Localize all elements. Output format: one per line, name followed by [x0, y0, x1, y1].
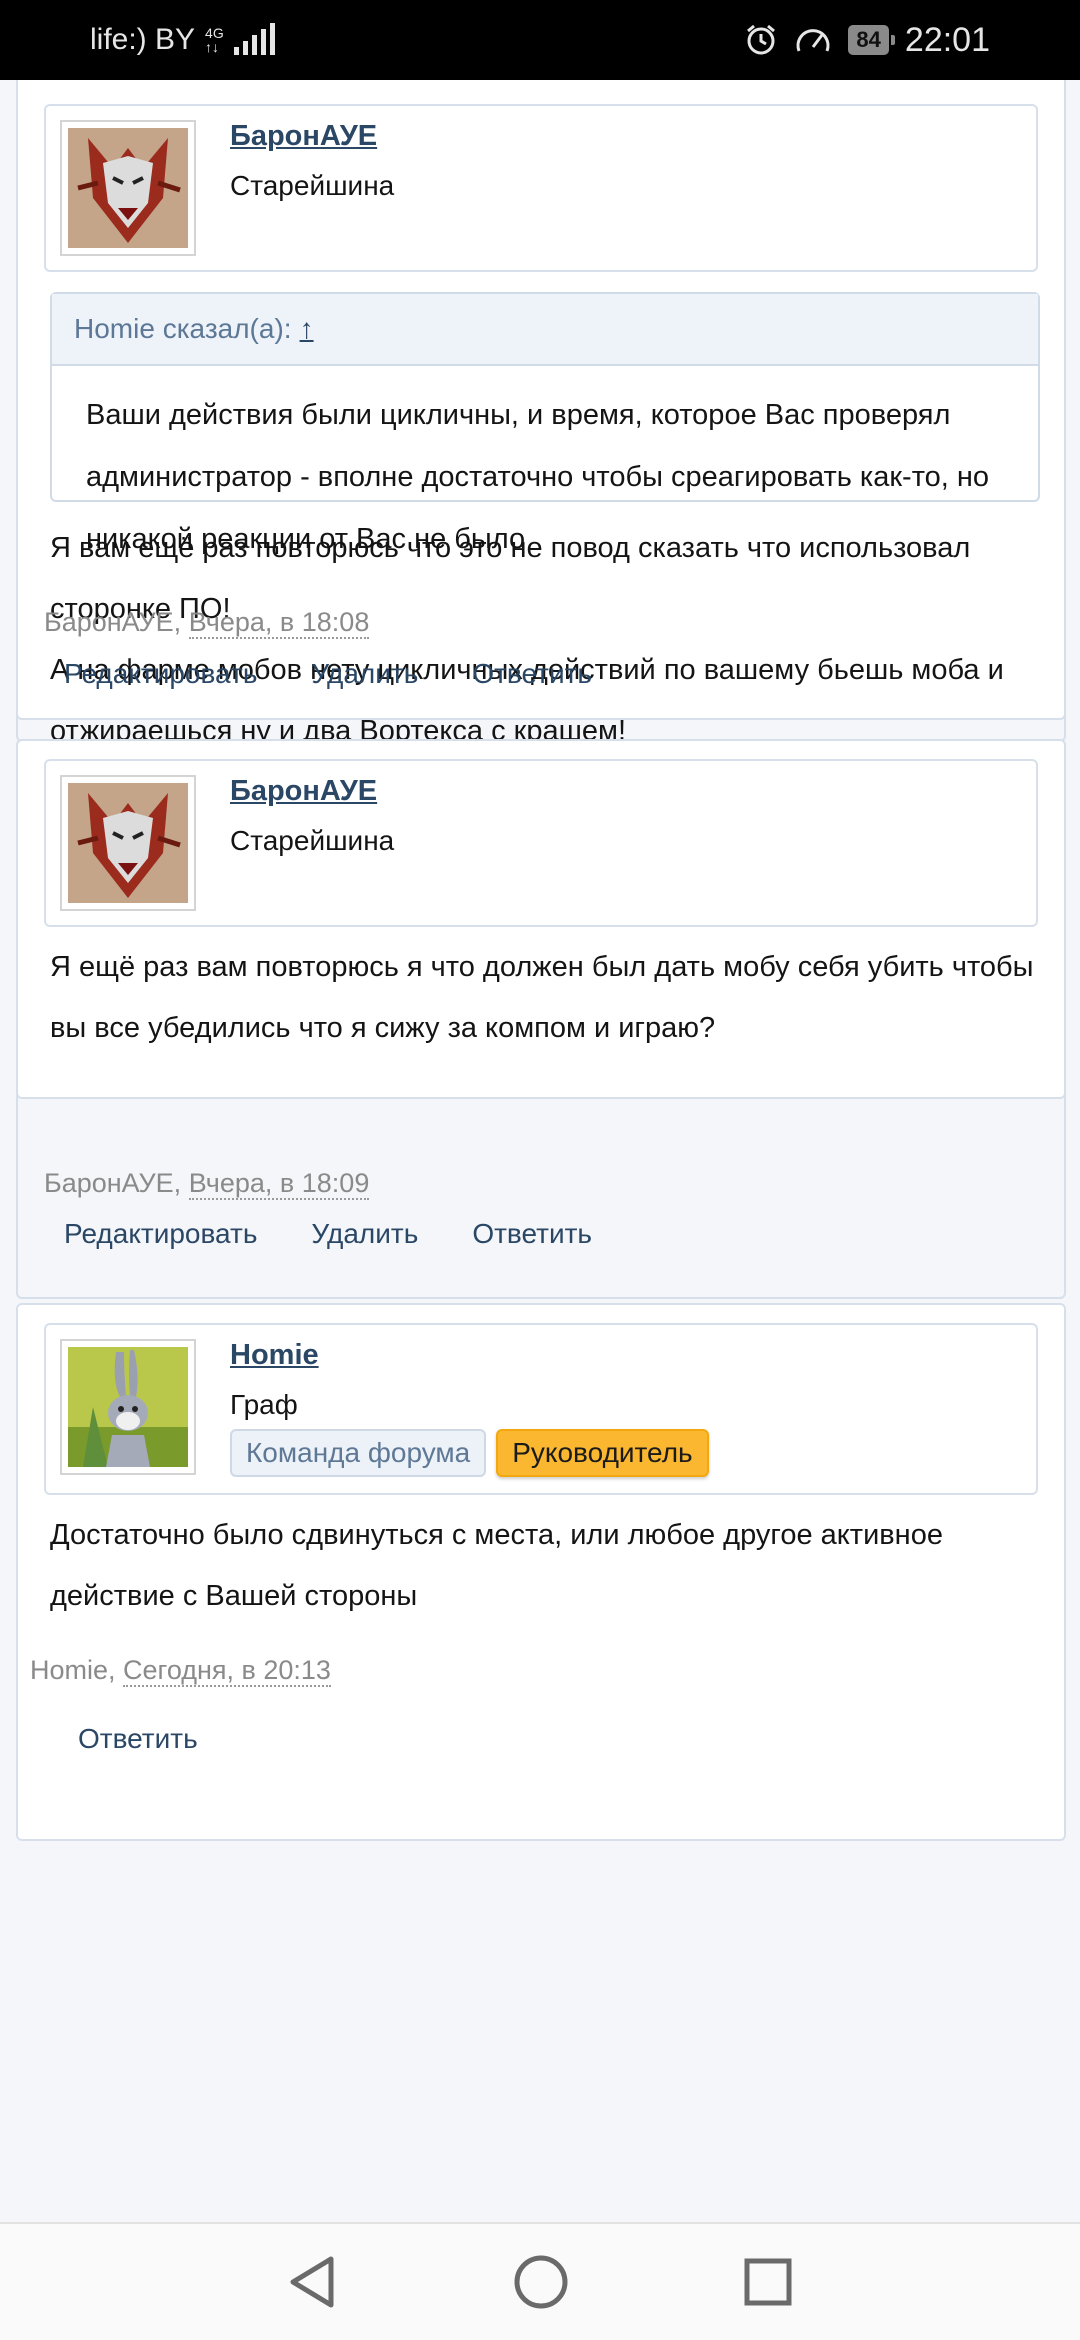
post: БаронАУЕ Старейшина Я ещё раз вам повтор…	[16, 739, 1066, 1099]
post-message: Достаточно было сдвинуться с места, или …	[50, 1519, 943, 1612]
home-circle-icon[interactable]	[513, 2254, 569, 2310]
back-triangle-icon[interactable]	[287, 2254, 339, 2310]
edit-button[interactable]: Редактировать	[64, 1218, 257, 1250]
username-link[interactable]: Homie	[230, 1339, 319, 1372]
thread-content: БаронАУЕ Старейшина Homie сказал(а): ↑ В…	[0, 80, 1080, 2220]
post-actions: Редактировать Удалить Ответить	[64, 658, 592, 690]
post-actions: Редактировать Удалить Ответить	[64, 1218, 592, 1250]
speed-meter-icon	[796, 29, 830, 52]
post-meta: Homie, Сегодня, в 20:13	[30, 1655, 331, 1687]
user-card: Homie Граф Команда форума Руководитель	[44, 1323, 1038, 1495]
avatar[interactable]	[60, 1339, 196, 1475]
status-bar: life:) BY 4G ↑↓ 84 22:01	[0, 0, 1080, 80]
post-footer	[16, 80, 1066, 742]
network-type: 4G ↑↓	[205, 25, 224, 55]
user-rank: Граф	[230, 1389, 298, 1420]
wolf-avatar-image	[68, 783, 188, 903]
reply-button[interactable]: Ответить	[472, 658, 592, 690]
avatar[interactable]	[60, 775, 196, 911]
status-right: 84 22:01	[744, 21, 990, 60]
alarm-icon	[747, 24, 776, 55]
carrier-label: life:) BY	[90, 23, 196, 56]
post-date-link[interactable]: Сегодня, в 20:13	[123, 1655, 331, 1687]
post-date-link[interactable]: Вчера, в 18:09	[188, 1168, 370, 1200]
clock: 22:01	[904, 20, 990, 59]
reply-button[interactable]: Ответить	[472, 1218, 592, 1250]
rabbit-avatar-image	[68, 1347, 188, 1467]
post-meta: БаронАУЕ, Вчера, в 18:08	[44, 607, 370, 639]
user-rank: Старейшина	[230, 825, 395, 856]
meta-author: БаронАУЕ,	[44, 1168, 182, 1198]
status-left: life:) BY 4G ↑↓	[90, 23, 275, 57]
leader-badge: Руководитель	[496, 1429, 709, 1477]
post-meta: БаронАУЕ, Вчера, в 18:09	[44, 1168, 370, 1200]
post: Homie Граф Команда форума Руководитель Д…	[16, 1303, 1066, 1841]
username-link[interactable]: БаронАУЕ	[230, 775, 377, 808]
recent-square-icon[interactable]	[743, 2257, 793, 2307]
user-badges: Команда форума Руководитель	[230, 1429, 709, 1477]
edit-button[interactable]: Редактировать	[64, 658, 257, 690]
post-actions: Ответить	[78, 1723, 198, 1755]
signal-icon	[233, 23, 275, 55]
team-badge: Команда форума	[230, 1429, 487, 1477]
system-nav-bar	[0, 2222, 1080, 2340]
user-card: БаронАУЕ Старейшина	[44, 759, 1038, 927]
meta-author: БаронАУЕ,	[44, 607, 182, 637]
post-message: Я ещё раз вам повторюсь я что должен был…	[50, 951, 1034, 1044]
delete-button[interactable]: Удалить	[311, 658, 418, 690]
meta-author: Homie,	[30, 1655, 116, 1685]
delete-button[interactable]: Удалить	[311, 1218, 418, 1250]
reply-button[interactable]: Ответить	[78, 1723, 198, 1755]
post-date-link[interactable]: Вчера, в 18:08	[188, 607, 370, 639]
battery-icon: 84	[848, 25, 896, 55]
